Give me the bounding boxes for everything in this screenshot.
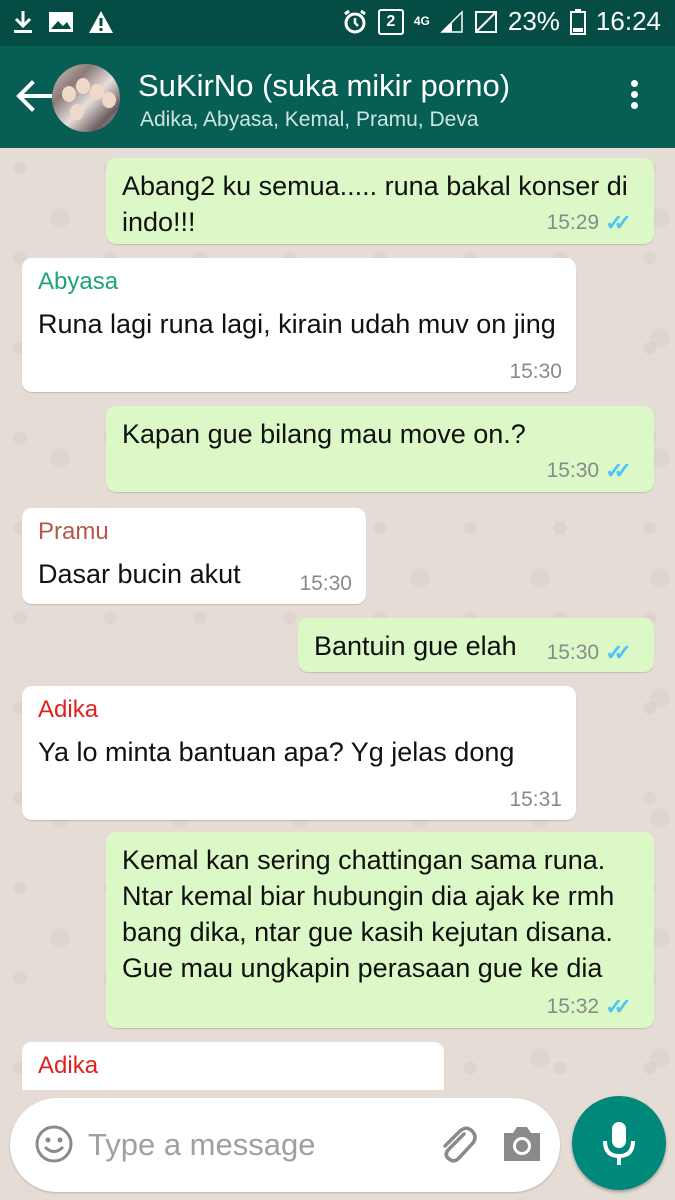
message-bubble[interactable]: Abang2 ku semua..... runa bakal konser d… [106, 158, 654, 244]
read-ticks-icon: ✓✓ [605, 640, 632, 665]
message-text: Runa lagi runa lagi, kirain udah muv on … [38, 309, 556, 339]
message-bubble[interactable]: Kemal kan sering chattingan sama runa. N… [106, 832, 654, 1028]
group-members[interactable]: Adika, Abyasa, Kemal, Pramu, Deva [140, 108, 479, 132]
chat-header: SuKirNo (suka mikir porno) Adika, Abyasa… [0, 46, 675, 148]
message-time: 15:30 [299, 572, 352, 595]
voice-record-button[interactable] [572, 1096, 666, 1190]
emoji-icon[interactable] [34, 1124, 74, 1164]
group-title[interactable]: SuKirNo (suka mikir porno) [138, 68, 510, 104]
back-arrow-icon[interactable] [12, 74, 56, 118]
message-time: 15:32 [546, 995, 600, 1018]
alarm-icon [343, 9, 366, 33]
message-bubble[interactable]: Adika Ya lo minta bantuan apa? Yg jelas … [22, 686, 576, 820]
message-bubble[interactable]: Kapan gue bilang mau move on.? 15:30 ✓✓ [106, 406, 654, 492]
sender-name: Abyasa [38, 268, 119, 295]
message-bubble[interactable]: Adika [22, 1042, 444, 1090]
group-avatar[interactable] [52, 64, 120, 132]
read-ticks-icon: ✓✓ [605, 994, 632, 1019]
message-time: 15:30 [509, 360, 562, 383]
message-time: 15:30 [546, 641, 600, 664]
status-bar: 2 4G 23% 16:24 [0, 0, 675, 46]
attach-paperclip-icon[interactable] [434, 1122, 480, 1168]
signal-icon [440, 9, 463, 33]
image-icon [49, 12, 73, 32]
clock: 16:24 [595, 6, 661, 36]
read-ticks-icon: ✓✓ [605, 210, 632, 235]
sender-name: Adika [38, 1052, 99, 1079]
battery-percent: 23% [507, 6, 560, 36]
more-options-icon[interactable] [620, 76, 648, 120]
message-time: 15:30 [546, 459, 600, 482]
notification-count-badge: 2 [377, 8, 404, 35]
download-icon [14, 11, 32, 33]
message-time: 15:31 [509, 788, 562, 811]
message-text: Kemal kan sering chattingan sama runa. N… [122, 845, 615, 983]
camera-icon[interactable] [500, 1124, 544, 1164]
message-time: 15:29 [546, 211, 600, 234]
battery-icon [569, 8, 586, 35]
message-text: Ya lo minta bantuan apa? Yg jelas dong [38, 737, 515, 767]
warning-icon [89, 11, 113, 33]
microphone-icon [603, 1122, 635, 1165]
message-list[interactable]: Abang2 ku semua..... runa bakal konser d… [0, 148, 675, 1090]
message-bubble[interactable]: Bantuin gue elah 15:30 ✓✓ [298, 618, 654, 672]
message-text: Kapan gue bilang mau move on.? [122, 419, 526, 449]
network-type-label: 4G [413, 14, 430, 28]
sender-name: Adika [38, 696, 99, 723]
message-bubble[interactable]: Abyasa Runa lagi runa lagi, kirain udah … [22, 258, 576, 392]
message-input[interactable] [86, 1116, 410, 1174]
message-composer [10, 1098, 560, 1192]
message-bubble[interactable]: Pramu Dasar bucin akut 15:30 [22, 508, 366, 604]
read-ticks-icon: ✓✓ [605, 458, 632, 483]
no-signal-icon [474, 10, 497, 33]
sender-name: Pramu [38, 518, 109, 545]
